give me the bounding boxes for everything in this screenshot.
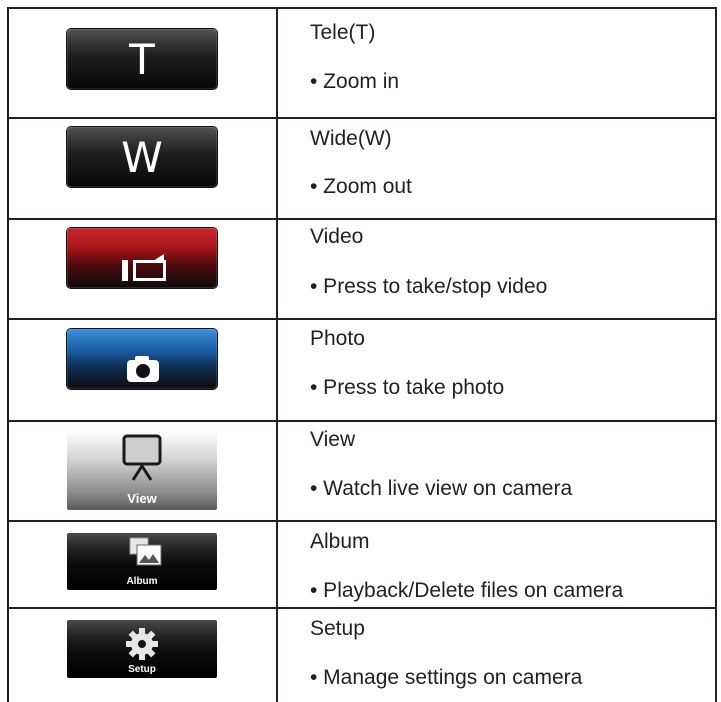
row-title: Album [310,530,370,553]
row-description: • Press to take photo [310,376,505,399]
row-title: Photo [310,327,365,350]
row-description: • Manage settings on camera [310,666,583,689]
row-title: Wide(W) [310,127,392,150]
album-label: Album [126,576,158,587]
column-divider [276,7,278,702]
row-divider [7,520,717,522]
row-divider [7,218,717,220]
view-button: View [67,430,217,510]
camera-icon [127,356,159,382]
row-description: • Zoom in [310,70,400,93]
wide-w-button: W [67,127,217,187]
tele-t-button: T [67,29,217,89]
album-button: Album [67,533,217,590]
row-title: Setup [310,617,365,640]
row-divider [7,117,717,119]
row-divider [7,318,717,320]
row-title: View [310,428,356,451]
row-description: • Playback/Delete files on camera [310,579,624,602]
view-label: View [127,491,157,506]
video-camera-icon [122,254,166,281]
row-divider [7,420,717,422]
setup-label: Setup [128,664,156,675]
row-description: • Zoom out [310,175,412,198]
table-border-top [7,7,717,9]
row-title: Tele(T) [310,21,376,44]
photo-button [67,329,217,389]
video-button [67,228,217,288]
row-divider [7,607,717,609]
table-border-right [715,7,717,702]
row-description: • Press to take/stop video [310,275,548,298]
table-border-left [7,7,9,702]
wide-w-letter: W [121,132,163,182]
row-description: • Watch live view on camera [310,477,573,500]
row-title: Video [310,225,364,248]
setup-button: Setup [67,620,217,678]
tele-t-letter: T [129,34,155,84]
